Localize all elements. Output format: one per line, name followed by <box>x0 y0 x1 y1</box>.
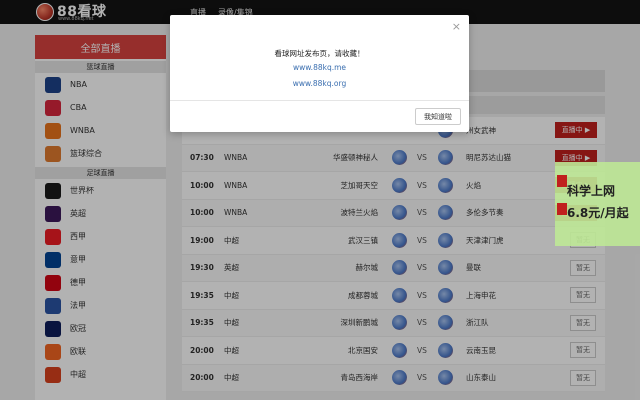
close-icon[interactable]: × <box>452 20 461 33</box>
ad-line1: 科学上网 <box>567 184 616 198</box>
modal-title: 看球网址发布页，请收藏！ <box>274 49 365 58</box>
ad-line2: 6.8元/月起 <box>567 206 629 220</box>
modal-ok-button[interactable]: 我知道啦 <box>415 108 461 125</box>
modal-link-1[interactable]: www.88kq.me <box>170 63 469 72</box>
ad-marker <box>557 203 567 215</box>
announcement-modal: × 看球网址发布页，请收藏！ www.88kq.me www.88kq.org … <box>170 15 469 132</box>
modal-divider <box>170 100 469 101</box>
ad-marker <box>557 175 567 187</box>
vpn-ad-banner[interactable]: 科学上网 6.8元/月起 <box>555 162 640 246</box>
modal-link-2[interactable]: www.88kq.org <box>170 79 469 88</box>
